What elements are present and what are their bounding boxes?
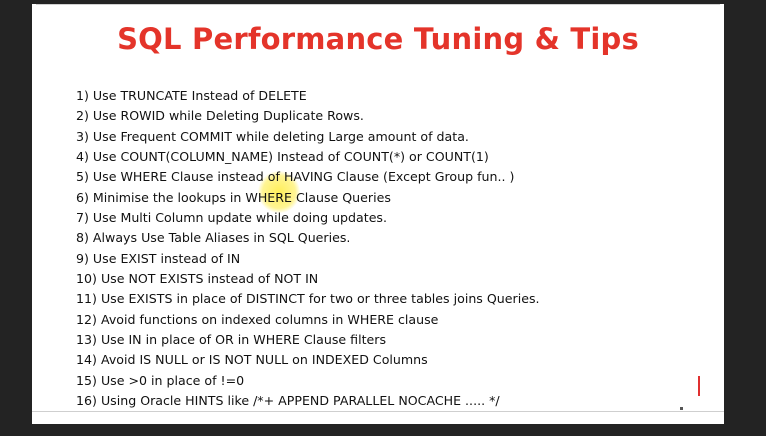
tip-item-10: 10) Use NOT EXISTS instead of NOT IN bbox=[76, 271, 319, 287]
tip-item-8: 8) Always Use Table Aliases in SQL Queri… bbox=[76, 230, 351, 246]
tip-item-12: 12) Avoid functions on indexed columns i… bbox=[76, 311, 439, 327]
tips-list: 1) Use TRUNCATE Instead of DELETE 2) Use… bbox=[76, 86, 540, 412]
text-cursor-icon bbox=[698, 376, 700, 396]
top-divider bbox=[36, 4, 720, 5]
tip-item-14: 14) Avoid IS NULL or IS NOT NULL on INDE… bbox=[76, 352, 428, 368]
bottom-divider bbox=[32, 411, 724, 412]
tip-item-1: 1) Use TRUNCATE Instead of DELETE bbox=[76, 88, 307, 103]
tip-item-5: 5) Use WHERE Clause instead of HAVING Cl… bbox=[76, 169, 515, 185]
tip-item-3: 3) Use Frequent COMMIT while deleting La… bbox=[76, 128, 469, 144]
tip-item-11: 11) Use EXISTS in place of DISTINCT for … bbox=[76, 291, 540, 307]
slide-title: SQL Performance Tuning & Tips bbox=[117, 22, 639, 56]
tip-item-15: 15) Use >0 in place of !=0 bbox=[76, 372, 245, 388]
video-frame: SQL Performance Tuning & Tips 1) Use TRU… bbox=[0, 0, 766, 436]
tip-item-7: 7) Use Multi Column update while doing u… bbox=[76, 210, 388, 226]
tip-item-16: 16) Using Oracle HINTS like /*+ APPEND P… bbox=[76, 393, 500, 409]
tip-item-9: 9) Use EXIST instead of IN bbox=[76, 250, 241, 266]
presentation-slide: SQL Performance Tuning & Tips 1) Use TRU… bbox=[32, 4, 724, 424]
tip-item-6: 6) Minimise the lookups in WHERE Clause … bbox=[76, 189, 391, 205]
tip-item-13: 13) Use IN in place of OR in WHERE Claus… bbox=[76, 332, 387, 348]
dot-marker bbox=[680, 407, 683, 410]
tip-item-4: 4) Use COUNT(COLUMN_NAME) Instead of COU… bbox=[76, 149, 489, 165]
tip-item-2: 2) Use ROWID while Deleting Duplicate Ro… bbox=[76, 108, 364, 124]
